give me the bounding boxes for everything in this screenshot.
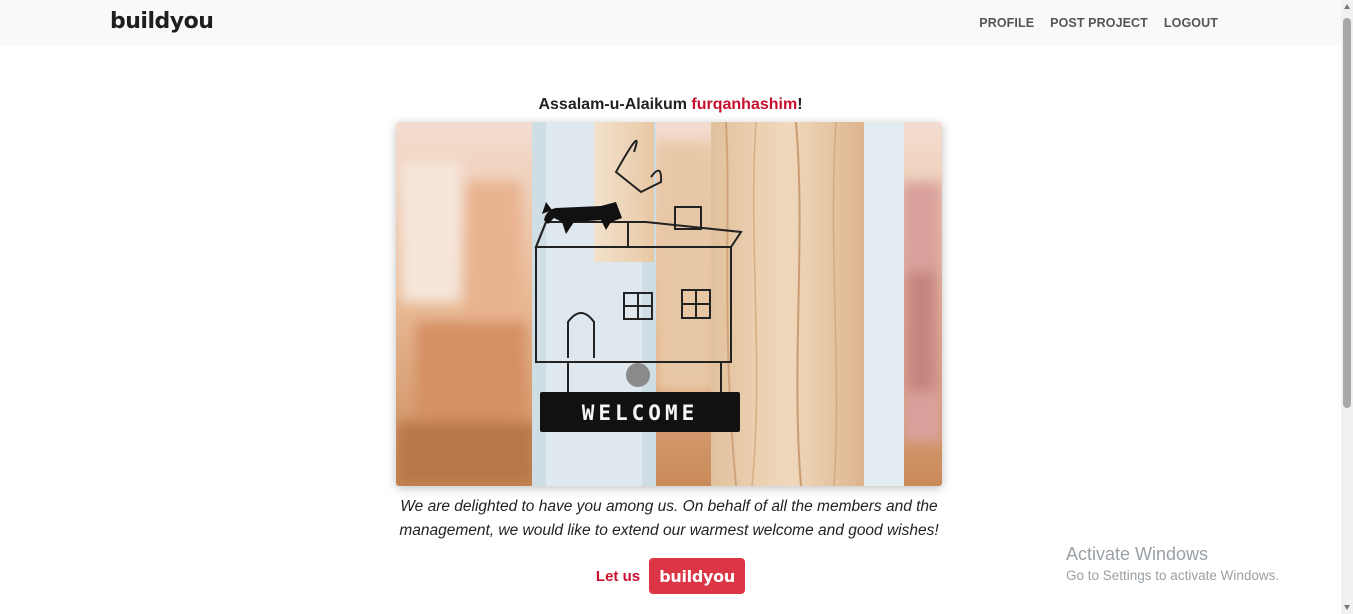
welcome-hero-image: WELCOME [396,122,942,486]
buildyou-button[interactable]: buildyou [649,558,746,594]
scroll-up-arrow-icon[interactable] [1344,4,1350,9]
welcome-message: We are delighted to have you among us. O… [399,498,939,539]
brand-logo[interactable]: buildyou [110,9,214,34]
nav-link-logout[interactable]: LOGOUT [1164,16,1218,30]
greeting-username: furqanhashim [691,96,798,113]
activate-windows-watermark: Activate Windows Go to Settings to activ… [1066,544,1279,583]
greeting-prefix: Assalam-u-Alaikum [538,96,692,113]
greeting-heading: Assalam-u-Alaikum furqanhashim! [0,96,1341,114]
watermark-title: Activate Windows [1066,544,1209,564]
welcome-sign-text: WELCOME [582,401,699,425]
welcome-sign-illustration: WELCOME [396,122,942,486]
nav-link-profile[interactable]: PROFILE [979,16,1034,30]
cta-label: Let us [595,567,641,585]
nav-link-post-project[interactable]: POST PROJECT [1050,16,1148,30]
vertical-scrollbar[interactable] [1341,0,1353,614]
watermark-subtitle: Go to Settings to activate Windows. [1066,568,1280,583]
scroll-down-arrow-icon[interactable] [1344,605,1350,610]
navbar: buildyou PROFILE POST PROJECT LOGOUT [0,0,1341,46]
nav-links: PROFILE POST PROJECT LOGOUT [979,16,1218,30]
scrollbar-thumb[interactable] [1343,18,1351,408]
greeting-suffix: ! [797,96,803,113]
